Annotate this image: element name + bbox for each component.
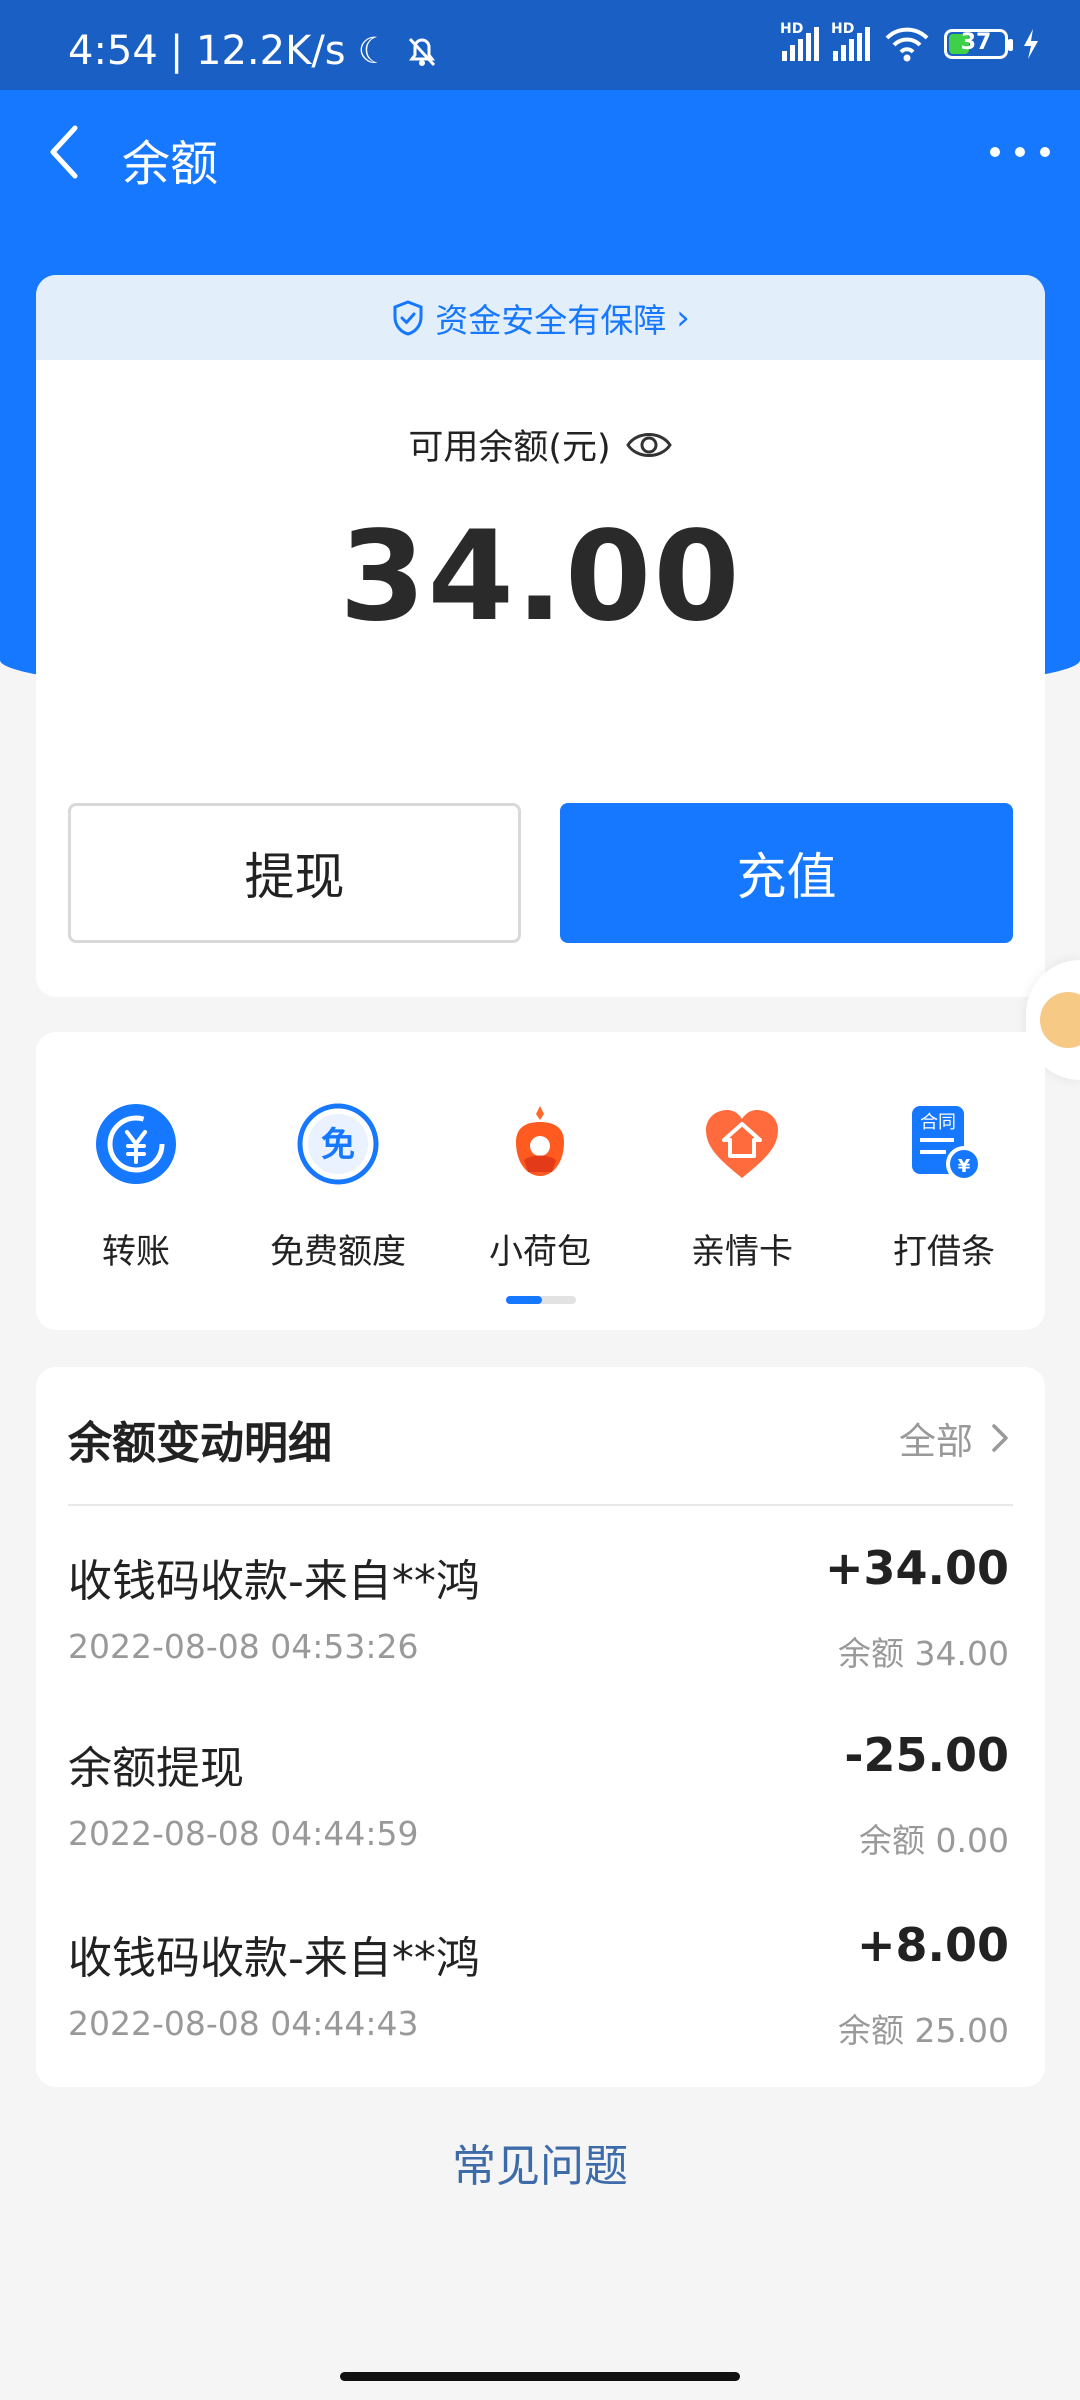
status-time: 4:54 (68, 28, 158, 74)
free-quota-icon: 免 (297, 1103, 379, 1185)
transaction-amount: +8.00 (856, 1918, 1009, 1972)
chevron-right-icon: › (676, 297, 690, 338)
more-dot-icon (1040, 147, 1050, 157)
svg-text:合同: 合同 (920, 1112, 956, 1133)
battery-level: 37 (960, 30, 992, 55)
service-label: 小荷包 (489, 1232, 591, 1272)
battery-icon: 37 (944, 29, 1013, 59)
service-iou[interactable]: 合同 ¥ 打借条 (844, 1102, 1044, 1273)
more-dot-icon (990, 147, 1000, 157)
status-right: HD HD 37 (780, 21, 1040, 62)
transaction-row[interactable]: 收钱码收款-来自**鸿 2022-08-08 04:53:26 +34.00 余… (68, 1541, 1009, 1705)
transaction-row[interactable]: 收钱码收款-来自**鸿 2022-08-08 04:44:43 +8.00 余额… (68, 1918, 1009, 2082)
service-family-card[interactable]: 亲情卡 (642, 1102, 842, 1273)
transaction-balance: 余额 0.00 (859, 1821, 1009, 1860)
signal-2-icon: HD (831, 21, 870, 61)
hd-label: HD (831, 21, 855, 37)
withdraw-button[interactable]: 提现 (68, 803, 521, 943)
page-title: 余额 (122, 136, 219, 192)
chevron-right-icon (992, 1424, 1008, 1452)
moon-icon: ☾ (357, 30, 390, 72)
page-indicator (506, 1296, 576, 1304)
transaction-row[interactable]: 余额提现 2022-08-08 04:44:59 -25.00 余额 0.00 (68, 1728, 1009, 1892)
wifi-icon (885, 27, 929, 62)
status-net-speed: | 12.2K/s (169, 28, 346, 74)
service-label: 亲情卡 (691, 1232, 793, 1272)
svg-text:免: 免 (321, 1125, 355, 1165)
service-label: 转账 (102, 1232, 170, 1272)
status-bar: 4:54 | 12.2K/s ☾ HD HD 37 (0, 0, 1080, 90)
view-all-label: 全部 (899, 1420, 973, 1463)
transaction-balance: 余额 34.00 (838, 1634, 1009, 1673)
service-free-quota[interactable]: 免 免费额度 (238, 1102, 438, 1273)
family-card-icon (706, 1110, 778, 1178)
back-button[interactable] (34, 122, 94, 182)
yuan-transfer-icon (96, 1104, 176, 1184)
transaction-amount: +34.00 (824, 1541, 1009, 1595)
available-balance-label: 可用余额(元) (408, 428, 611, 468)
status-left: 4:54 | 12.2K/s ☾ (68, 28, 442, 74)
view-all-link[interactable]: 全部 (899, 1411, 1009, 1465)
home-indicator[interactable] (340, 2372, 740, 2381)
safety-banner[interactable]: 资金安全有保障 › (36, 275, 1045, 360)
signal-1-icon: HD (780, 21, 819, 61)
transaction-amount: -25.00 (844, 1728, 1009, 1782)
detail-title: 余额变动明细 (68, 1418, 332, 1469)
transaction-name: 余额提现 (68, 1743, 244, 1794)
service-small-purse[interactable]: 小荷包 (440, 1102, 640, 1273)
service-transfer[interactable]: 转账 (36, 1102, 236, 1273)
faq-link[interactable]: 常见问题 (0, 2130, 1080, 2194)
iou-contract-icon: 合同 ¥ (912, 1106, 982, 1182)
transaction-name: 收钱码收款-来自**鸿 (68, 1933, 480, 1984)
svg-text:¥: ¥ (958, 1156, 971, 1177)
shield-icon (393, 299, 423, 336)
more-dot-icon (1015, 147, 1025, 157)
nav-bar: 余额 (0, 90, 1080, 220)
transaction-name: 收钱码收款-来自**鸿 (68, 1556, 480, 1607)
transaction-time: 2022-08-08 04:44:43 (68, 2004, 419, 2043)
hd-label: HD (780, 21, 804, 37)
divider (68, 1504, 1013, 1506)
transaction-time: 2022-08-08 04:53:26 (68, 1627, 419, 1666)
safety-text: 资金安全有保障 (435, 300, 667, 340)
transaction-balance: 余额 25.00 (838, 2011, 1009, 2050)
balance-amount: 34.00 (339, 505, 742, 649)
recharge-button[interactable]: 充值 (560, 803, 1013, 943)
chevron-left-icon (50, 125, 78, 179)
balance-card: 资金安全有保障 › 可用余额(元) 34.00 提现 充值 (36, 275, 1045, 997)
service-label: 打借条 (893, 1232, 995, 1272)
balance-detail-card: 余额变动明细 全部 收钱码收款-来自**鸿 2022-08-08 04:53:2… (36, 1367, 1045, 2087)
services-card: 转账 免 免费额度 小荷包 亲情卡 合同 ¥ 打借条 (36, 1032, 1045, 1330)
service-label: 免费额度 (270, 1232, 406, 1272)
more-menu-button[interactable] (990, 130, 1050, 174)
transaction-time: 2022-08-08 04:44:59 (68, 1814, 419, 1853)
floating-badge-icon (1040, 992, 1080, 1048)
mute-bell-icon (408, 37, 436, 67)
available-balance-label-row: 可用余额(元) (36, 419, 1045, 470)
eye-icon[interactable] (625, 428, 673, 462)
charging-icon (1024, 29, 1038, 59)
small-purse-icon (516, 1106, 564, 1176)
page-indicator-active (506, 1296, 542, 1304)
